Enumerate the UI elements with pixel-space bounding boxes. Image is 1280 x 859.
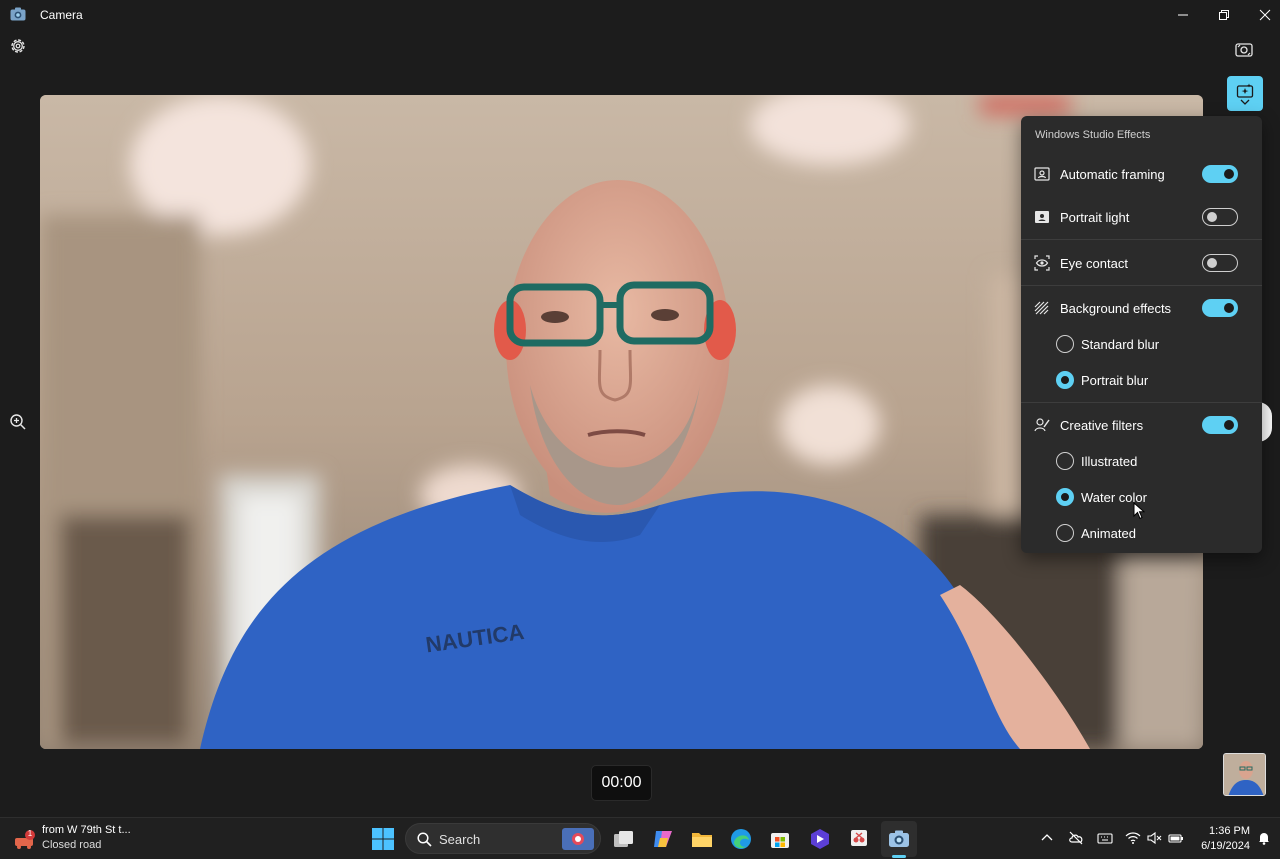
close-button[interactable] [1242, 0, 1280, 30]
zoom-in-icon[interactable] [9, 413, 27, 431]
restore-button[interactable] [1201, 0, 1247, 30]
mouse-cursor-icon [1133, 502, 1145, 520]
keyboard-icon[interactable] [1097, 830, 1113, 846]
minimize-icon [1178, 14, 1188, 16]
task-view-icon [614, 831, 633, 847]
portrait-blur-radio[interactable] [1056, 371, 1074, 389]
search-highlight-icon [562, 828, 594, 850]
animated-label: Animated [1081, 525, 1136, 541]
clock-date: 6/19/2024 [1201, 840, 1250, 852]
edge-browser-icon [731, 829, 751, 849]
title-bar: Camera [0, 0, 1280, 30]
task-view-button[interactable] [612, 827, 636, 851]
restore-icon [1219, 10, 1229, 20]
eye-contact-toggle[interactable] [1202, 254, 1238, 272]
snipping-tool-icon [851, 830, 867, 846]
thumbnail-image [1224, 754, 1265, 795]
notification-bell-icon[interactable] [1256, 830, 1272, 846]
camera-app-icon [10, 7, 26, 21]
recording-timer: 00:00 [591, 765, 652, 801]
taskbar: 1 from W 79th St t... Closed road Search [0, 817, 1280, 859]
widget-line1: from W 79th St t... [42, 824, 131, 836]
animated-option[interactable]: Animated [1021, 515, 1262, 551]
creative-filters-row: Creative filters [1021, 407, 1262, 443]
clipchamp-icon [811, 829, 829, 849]
illustrated-label: Illustrated [1081, 453, 1138, 469]
illustrated-radio[interactable] [1056, 452, 1074, 470]
copilot-button[interactable] [651, 827, 675, 851]
eye-contact-row: Eye contact [1021, 245, 1262, 281]
battery-icon[interactable] [1168, 830, 1184, 846]
studio-effects-icon [1236, 83, 1254, 98]
portrait-blur-label: Portrait blur [1081, 372, 1149, 388]
chevron-up-icon[interactable] [1039, 830, 1055, 846]
onedrive-offline-icon[interactable] [1068, 830, 1084, 846]
background-effects-toggle[interactable] [1202, 299, 1238, 317]
edge-button[interactable] [729, 827, 753, 851]
portrait-light-row: Portrait light [1021, 199, 1262, 235]
studio-effects-button[interactable] [1227, 76, 1263, 111]
microsoft-store-icon [771, 833, 789, 848]
active-app-indicator [892, 855, 906, 858]
eye-contact-label: Eye contact [1060, 255, 1128, 271]
portrait-light-icon [1035, 211, 1049, 223]
switch-camera-icon[interactable] [1234, 40, 1254, 60]
clipchamp-button[interactable] [808, 827, 832, 851]
clock-time: 1:36 PM [1209, 825, 1250, 837]
animated-radio[interactable] [1056, 524, 1074, 542]
wifi-icon[interactable] [1125, 830, 1141, 846]
studio-effects-panel: Windows Studio Effects Automatic framing… [1021, 116, 1262, 553]
copilot-icon [654, 831, 672, 847]
chevron-down-icon [1240, 99, 1250, 105]
water-color-radio[interactable] [1056, 488, 1074, 506]
window-title: Camera [40, 8, 83, 22]
eye-contact-icon [1034, 255, 1050, 271]
traffic-widget[interactable]: 1 from W 79th St t... Closed road [14, 824, 154, 854]
portrait-light-toggle[interactable] [1202, 208, 1238, 226]
search-label: Search [439, 832, 481, 847]
divider [1021, 402, 1262, 403]
standard-blur-label: Standard blur [1081, 336, 1160, 352]
automatic-framing-toggle[interactable] [1202, 165, 1238, 183]
automatic-framing-label: Automatic framing [1060, 166, 1165, 182]
divider [1021, 239, 1262, 240]
panel-title: Windows Studio Effects [1035, 129, 1151, 141]
snipping-tool-button[interactable] [847, 827, 871, 851]
background-effects-row: Background effects [1021, 290, 1262, 326]
framing-icon [1034, 167, 1050, 181]
automatic-framing-row: Automatic framing [1021, 156, 1262, 192]
folder-icon [692, 833, 712, 847]
camera-icon [889, 830, 909, 847]
search-icon [417, 832, 432, 847]
volume-muted-icon[interactable] [1146, 830, 1162, 846]
creative-filters-icon [1034, 418, 1050, 432]
camera-app-window: Camera NAUTICA Windows Studio Effects Au… [0, 0, 1280, 817]
camera-taskbar-button[interactable] [887, 827, 911, 851]
close-icon [1259, 9, 1271, 21]
start-button[interactable] [371, 827, 395, 851]
system-clock[interactable]: 1:36 PM 6/19/2024 [1190, 824, 1250, 854]
widget-badge: 1 [27, 829, 33, 838]
background-effects-icon [1034, 301, 1049, 315]
minimize-button[interactable] [1160, 0, 1206, 30]
portrait-blur-option[interactable]: Portrait blur [1021, 362, 1262, 398]
background-effects-label: Background effects [1060, 300, 1172, 316]
widget-line2: Closed road [42, 839, 102, 851]
standard-blur-option[interactable]: Standard blur [1021, 326, 1262, 362]
store-button[interactable] [768, 827, 792, 851]
creative-filters-label: Creative filters [1060, 417, 1144, 433]
standard-blur-radio[interactable] [1056, 335, 1074, 353]
portrait-light-label: Portrait light [1060, 209, 1130, 225]
windows-logo-icon [372, 828, 394, 850]
creative-filters-toggle[interactable] [1202, 416, 1238, 434]
divider [1021, 285, 1262, 286]
file-explorer-button[interactable] [690, 827, 714, 851]
settings-gear-icon[interactable] [8, 36, 28, 56]
illustrated-option[interactable]: Illustrated [1021, 443, 1262, 479]
last-capture-thumbnail[interactable] [1223, 753, 1266, 796]
taskbar-search[interactable]: Search [405, 823, 601, 854]
